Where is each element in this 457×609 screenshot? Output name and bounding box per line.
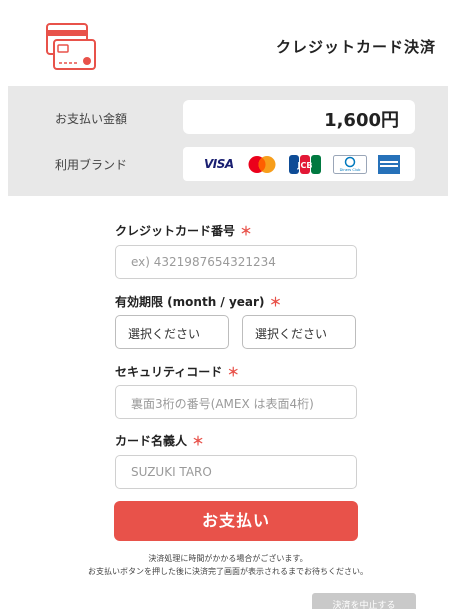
amount-box: 1,600円 xyxy=(183,100,415,134)
required-mark: ＊ xyxy=(240,224,253,238)
expiry-year-select[interactable]: 選択ください xyxy=(242,315,356,349)
amount-label: お支払い金額 xyxy=(55,112,128,126)
header: クレジットカード決済 xyxy=(8,0,448,85)
jcb-logo: JCB xyxy=(289,155,321,174)
processing-note: 決済処理に時間がかかる場合がございます。 xyxy=(148,554,308,563)
visa-logo: VISA xyxy=(204,157,234,171)
credit-card-icon xyxy=(46,23,96,70)
required-mark: ＊ xyxy=(192,434,205,448)
required-mark: ＊ xyxy=(227,365,240,379)
amex-logo xyxy=(378,155,400,174)
security-code-label: セキュリティコード＊ xyxy=(115,365,240,379)
card-holder-input[interactable]: SUZUKI TARO xyxy=(115,455,357,489)
security-code-placeholder: 裏面3桁の番号(AMEX は表面4桁) xyxy=(131,397,314,411)
card-number-label: クレジットカード番号＊ xyxy=(115,224,253,238)
diners-club-logo: Diners Club xyxy=(333,155,367,174)
card-number-placeholder: ex) 4321987654321234 xyxy=(131,255,276,269)
diners-text: Diners Club xyxy=(340,168,362,172)
mastercard-logo xyxy=(248,156,276,173)
card-holder-label: カード名義人＊ xyxy=(115,434,205,448)
amount-value: 1,600円 xyxy=(324,110,399,131)
card-number-input[interactable]: ex) 4321987654321234 xyxy=(115,245,357,279)
pay-button-label: お支払い xyxy=(201,511,270,530)
expiry-year-value: 選択ください xyxy=(255,327,328,341)
payment-page: クレジットカード決済 お支払い金額 1,600円 利用ブランド VISA JCB xyxy=(8,0,448,609)
page-title: クレジットカード決済 xyxy=(275,38,436,56)
cancel-payment-label: 決済を中止する xyxy=(332,601,396,609)
brand-label: 利用ブランド xyxy=(55,158,128,172)
required-mark: ＊ xyxy=(269,295,282,309)
card-holder-placeholder: SUZUKI TARO xyxy=(131,465,212,479)
brand-list: VISA JCB Diners Club xyxy=(183,147,415,181)
expiry-month-select[interactable]: 選択ください xyxy=(115,315,229,349)
pay-button[interactable]: お支払い xyxy=(114,501,358,541)
security-code-input[interactable]: 裏面3桁の番号(AMEX は表面4桁) xyxy=(115,385,357,419)
jcb-text: JCB xyxy=(297,161,313,170)
expiry-label: 有効期限 (month / year) ＊ xyxy=(115,295,282,309)
payment-summary: お支払い金額 1,600円 利用ブランド VISA JCB Diners Clu… xyxy=(8,86,448,196)
cancel-payment-button[interactable]: 決済を中止する xyxy=(312,593,416,609)
wait-note: お支払いボタンを押した後に決済完了画面が表示されるまでお待ちください。 xyxy=(88,567,368,576)
expiry-month-value: 選択ください xyxy=(128,327,201,341)
